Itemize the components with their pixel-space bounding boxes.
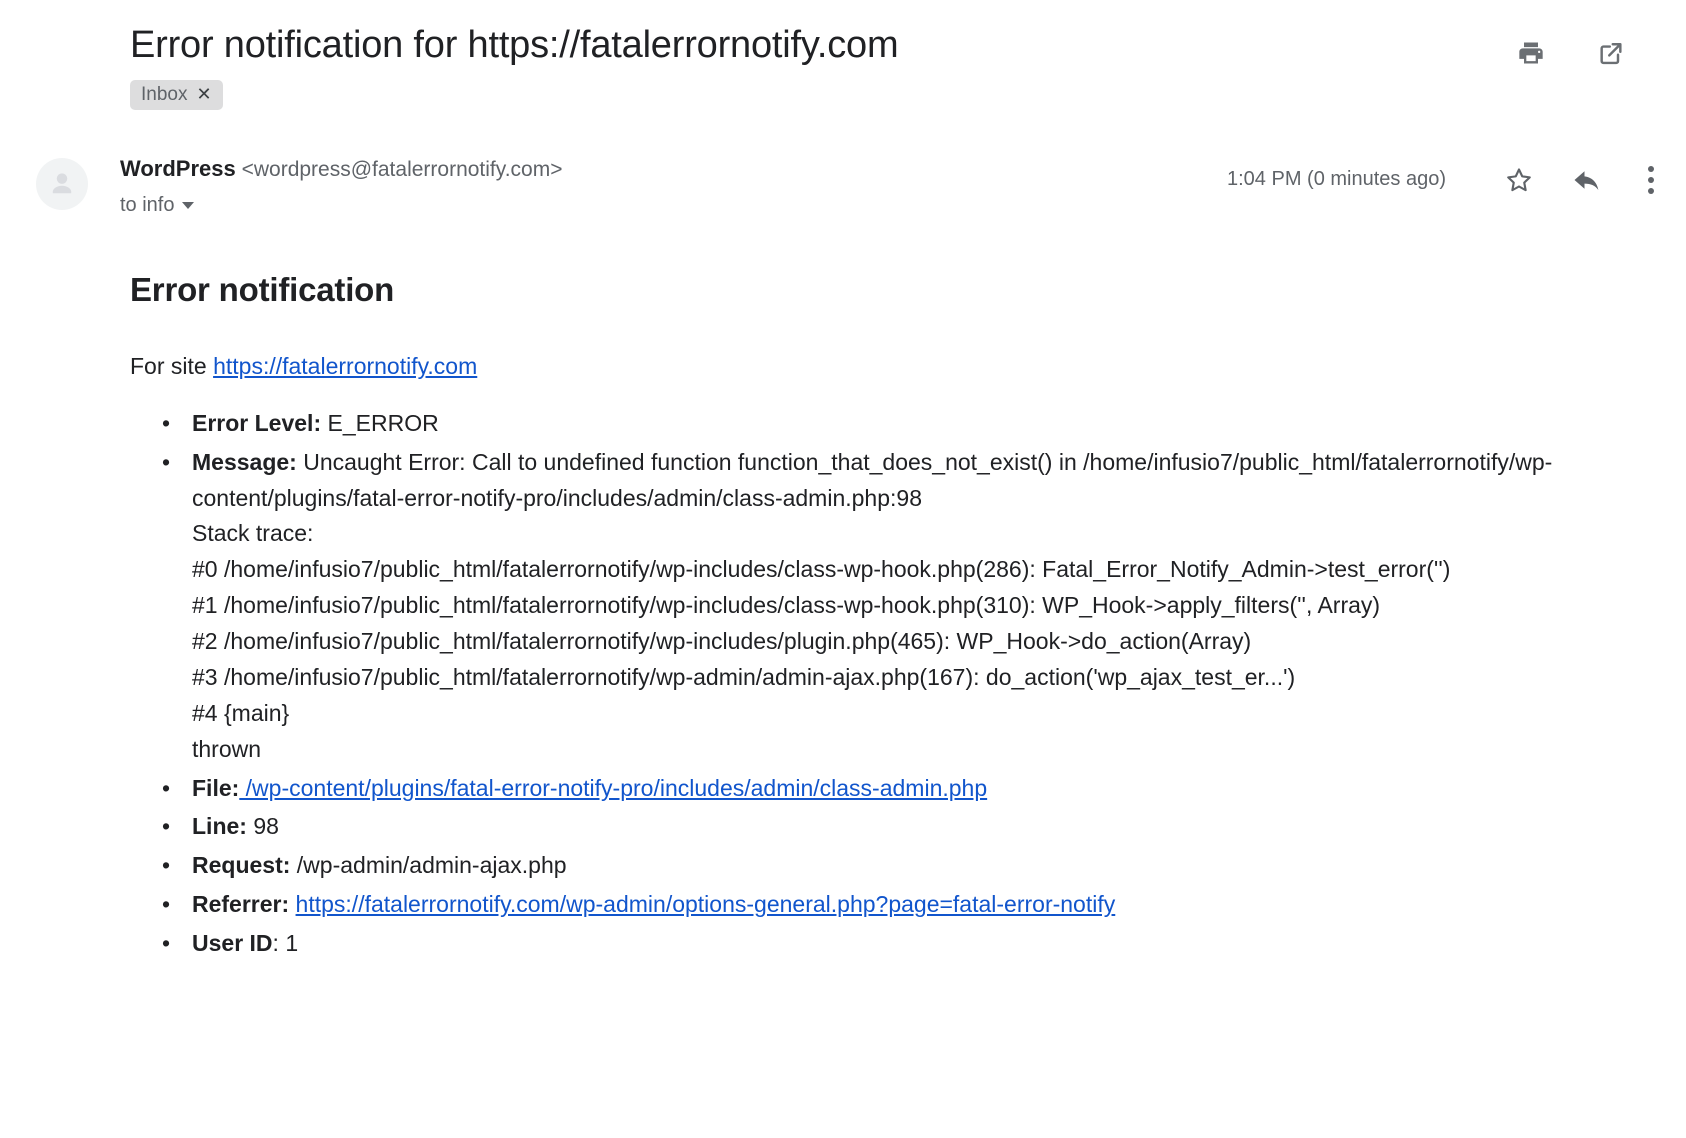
list-item-message: Message: Uncaught Error: Call to undefin…: [162, 445, 1646, 768]
error-level-value: E_ERROR: [321, 409, 439, 436]
sender-line: WordPress <wordpress@fatalerrornotify.co…: [120, 154, 1227, 184]
remove-label-icon[interactable]: ✕: [196, 85, 211, 103]
subject-header: Error notification for https://fatalerro…: [0, 0, 1686, 110]
dot: [1648, 187, 1654, 194]
list-item-request: Request: /wp-admin/admin-ajax.php: [162, 848, 1646, 884]
list-item-error-level: Error Level: E_ERROR: [162, 406, 1646, 442]
label-chip-inbox[interactable]: Inbox ✕: [130, 79, 223, 110]
message-text: Uncaught Error: Call to undefined functi…: [192, 448, 1553, 511]
stack-frame-0: #0 /home/infusio7/public_html/fatalerror…: [192, 556, 1451, 583]
body-heading: Error notification: [130, 270, 395, 308]
sender-name[interactable]: WordPress: [120, 156, 236, 181]
open-in-new-window-icon[interactable]: [1594, 36, 1628, 70]
message-actions: 1:04 PM (0 minutes ago): [1227, 154, 1664, 198]
file-label: File:: [192, 774, 240, 801]
sender-email: <wordpress@fatalerrornotify.com>: [241, 157, 563, 181]
reply-icon[interactable]: [1570, 163, 1604, 197]
request-label: Request:: [192, 852, 291, 879]
stack-frame-2: #2 /home/infusio7/public_html/fatalerror…: [192, 628, 1252, 655]
avatar: [36, 157, 88, 210]
stack-frame-4: #4 {main}: [192, 699, 290, 726]
error-detail-list: Error Level: E_ERROR Message: Uncaught E…: [130, 406, 1646, 962]
print-icon[interactable]: [1514, 36, 1548, 70]
referrer-label: Referrer:: [192, 891, 290, 918]
file-path-link[interactable]: /wp-content/plugins/fatal-error-notify-p…: [239, 775, 987, 801]
subject-actions: [1514, 22, 1638, 70]
chevron-down-icon[interactable]: [182, 201, 195, 209]
message-timestamp: 1:04 PM (0 minutes ago): [1227, 168, 1446, 190]
list-item-user-id: User ID: 1: [162, 926, 1646, 962]
star-icon[interactable]: [1502, 163, 1536, 197]
page-title: Error notification for https://fatalerro…: [130, 24, 899, 66]
dot: [1648, 176, 1654, 183]
stack-frame-1: #1 /home/infusio7/public_html/fatalerror…: [192, 592, 1381, 619]
line-label: Line:: [192, 813, 247, 840]
label-chip-text: Inbox: [141, 83, 188, 105]
dot: [1648, 165, 1654, 172]
referrer-link[interactable]: https://fatalerrornotify.com/wp-admin/op…: [296, 891, 1116, 917]
request-value: /wp-admin/admin-ajax.php: [290, 852, 567, 879]
line-value: 98: [246, 813, 279, 840]
stack-thrown: thrown: [192, 735, 262, 762]
more-options-icon[interactable]: [1638, 162, 1664, 198]
message-label: Message:: [192, 448, 297, 475]
person-icon: [52, 172, 72, 193]
for-site-line: For site https://fatalerrornotify.com: [130, 353, 1646, 380]
user-id-value: : 1: [272, 930, 299, 957]
list-item-file: File: /wp-content/plugins/fatal-error-no…: [162, 771, 1646, 807]
site-url-link[interactable]: https://fatalerrornotify.com: [213, 353, 477, 379]
for-site-prefix: For site: [130, 352, 214, 379]
user-id-label: User ID: [192, 930, 273, 957]
sender-meta: WordPress <wordpress@fatalerrornotify.co…: [120, 154, 1227, 217]
message-block: Message: Uncaught Error: Call to undefin…: [192, 445, 1646, 517]
message-body: Error notification For site https://fata…: [0, 217, 1686, 962]
recipient-line[interactable]: to info: [120, 194, 1227, 217]
sender-header: WordPress <wordpress@fatalerrornotify.co…: [0, 110, 1686, 217]
email-message-view: Error notification for https://fatalerro…: [0, 0, 1686, 1138]
recipient-text: to info: [120, 193, 175, 216]
list-item-referrer: Referrer: https://fatalerrornotify.com/w…: [162, 887, 1646, 923]
subject-left: Error notification for https://fatalerro…: [130, 22, 1514, 110]
stack-frame-3: #3 /home/infusio7/public_html/fatalerror…: [192, 663, 1296, 690]
error-level-label: Error Level:: [192, 409, 322, 436]
label-chip-row: Inbox ✕: [130, 79, 1514, 110]
stack-trace-heading: Stack trace:: [192, 520, 314, 547]
list-item-line: Line: 98: [162, 809, 1646, 845]
